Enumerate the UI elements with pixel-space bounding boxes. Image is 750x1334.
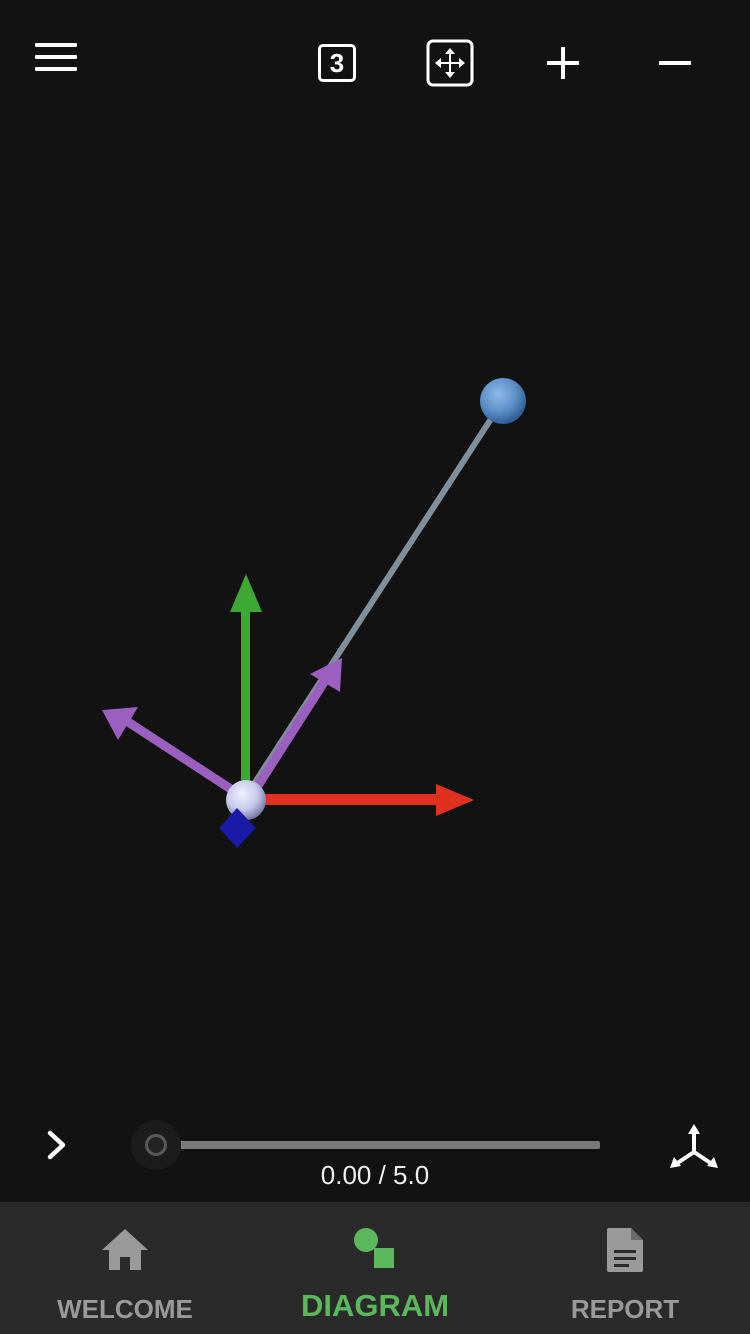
x-axis-arrow bbox=[262, 784, 474, 816]
zoom-out-button[interactable] bbox=[650, 38, 700, 88]
fit-to-screen-icon bbox=[426, 39, 474, 87]
nav-label-welcome: WELCOME bbox=[57, 1294, 193, 1324]
nav-item-welcome[interactable]: WELCOME bbox=[0, 1202, 250, 1334]
bottom-navigation: WELCOME DIAGRAM REPORT bbox=[0, 1202, 750, 1334]
play-button[interactable] bbox=[36, 1124, 78, 1166]
time-display: 0.00 / 5.0 bbox=[320, 1160, 430, 1190]
view-3d-icon: 3 bbox=[318, 44, 356, 82]
report-icon bbox=[607, 1228, 643, 1272]
home-icon bbox=[102, 1229, 148, 1270]
nav-label-diagram: DIAGRAM bbox=[300, 1288, 450, 1323]
pendulum-bob[interactable] bbox=[480, 378, 526, 424]
chevron-right-icon bbox=[47, 1130, 66, 1160]
timeline-slider-track[interactable] bbox=[175, 1141, 600, 1149]
zoom-out-icon bbox=[659, 61, 691, 65]
axes-triad-icon bbox=[670, 1124, 718, 1168]
menu-icon-bar bbox=[35, 55, 77, 59]
view-3d-button[interactable]: 3 bbox=[314, 40, 360, 86]
y-axis-arrow bbox=[230, 574, 262, 790]
diagram-canvas[interactable] bbox=[0, 120, 750, 1110]
zoom-in-icon bbox=[547, 47, 579, 79]
menu-button[interactable] bbox=[30, 38, 82, 78]
vector-arrow-left bbox=[102, 707, 243, 799]
nav-item-diagram[interactable]: DIAGRAM bbox=[250, 1202, 500, 1334]
menu-icon-bar bbox=[35, 67, 77, 71]
axes-button[interactable] bbox=[664, 1120, 724, 1180]
nav-label-report: REPORT bbox=[570, 1294, 680, 1324]
vector-arrow-up-right bbox=[248, 658, 342, 798]
fit-to-screen-button[interactable] bbox=[425, 38, 475, 88]
top-toolbar: 3 bbox=[0, 0, 750, 120]
zoom-in-button[interactable] bbox=[538, 38, 588, 88]
timeline-slider-thumb[interactable] bbox=[145, 1134, 167, 1156]
nav-item-report[interactable]: REPORT bbox=[500, 1202, 750, 1334]
playback-bar: 0.00 / 5.0 bbox=[0, 1110, 750, 1202]
diagram-icon bbox=[354, 1228, 394, 1268]
menu-icon bbox=[35, 43, 77, 47]
